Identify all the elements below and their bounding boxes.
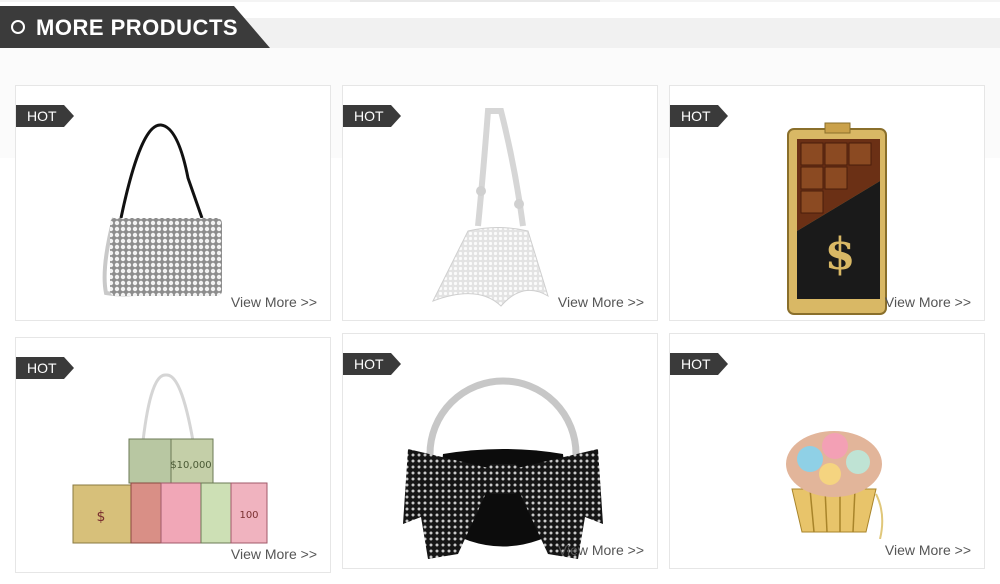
view-more-link[interactable]: View More >> <box>231 294 317 310</box>
view-more-link[interactable]: View More >> <box>558 294 644 310</box>
view-more-link[interactable]: View More >> <box>558 542 644 558</box>
product-card[interactable]: HOT View More >> <box>342 333 658 569</box>
circle-icon <box>11 20 25 34</box>
hot-badge: HOT <box>343 353 401 375</box>
view-more-link[interactable]: View More >> <box>885 294 971 310</box>
view-more-link[interactable]: View More >> <box>885 542 971 558</box>
hot-badge: HOT <box>16 357 74 379</box>
hot-badge: HOT <box>670 353 728 375</box>
view-more-link[interactable]: View More >> <box>231 546 317 562</box>
product-image-chocolate-bar-clutch[interactable]: $ <box>785 121 890 316</box>
product-image-rhinestone-shoulder-bag[interactable] <box>96 118 236 303</box>
hot-badge: HOT <box>16 105 74 127</box>
top-strip: MORE PRODUCTS <box>0 0 1000 48</box>
section-title: MORE PRODUCTS <box>36 15 239 40</box>
product-card[interactable]: HOT $ View More >> <box>669 85 985 321</box>
product-image-crystal-hobo-bag[interactable] <box>423 106 573 316</box>
product-card[interactable]: HOT View More >> <box>342 85 658 321</box>
product-card[interactable]: HOT View More >> <box>669 333 985 569</box>
svg-text:$: $ <box>825 229 856 280</box>
product-card[interactable]: HOT $10,000 $ 100 View More >> <box>15 337 331 573</box>
top-divider-accent <box>350 0 600 2</box>
product-image-cupcake-crystal-clutch[interactable] <box>780 424 890 539</box>
hot-badge: HOT <box>343 105 401 127</box>
svg-text:$: $ <box>97 509 106 525</box>
product-card[interactable]: HOT View More >> <box>15 85 331 321</box>
hot-badge: HOT <box>670 105 728 127</box>
product-image-money-stack-clutches[interactable]: $10,000 $ 100 <box>71 373 271 553</box>
product-image-bow-ring-handle-bag[interactable] <box>398 374 608 564</box>
svg-text:100: 100 <box>239 510 258 521</box>
section-tab: MORE PRODUCTS <box>0 6 270 48</box>
svg-text:$10,000: $10,000 <box>170 460 211 471</box>
